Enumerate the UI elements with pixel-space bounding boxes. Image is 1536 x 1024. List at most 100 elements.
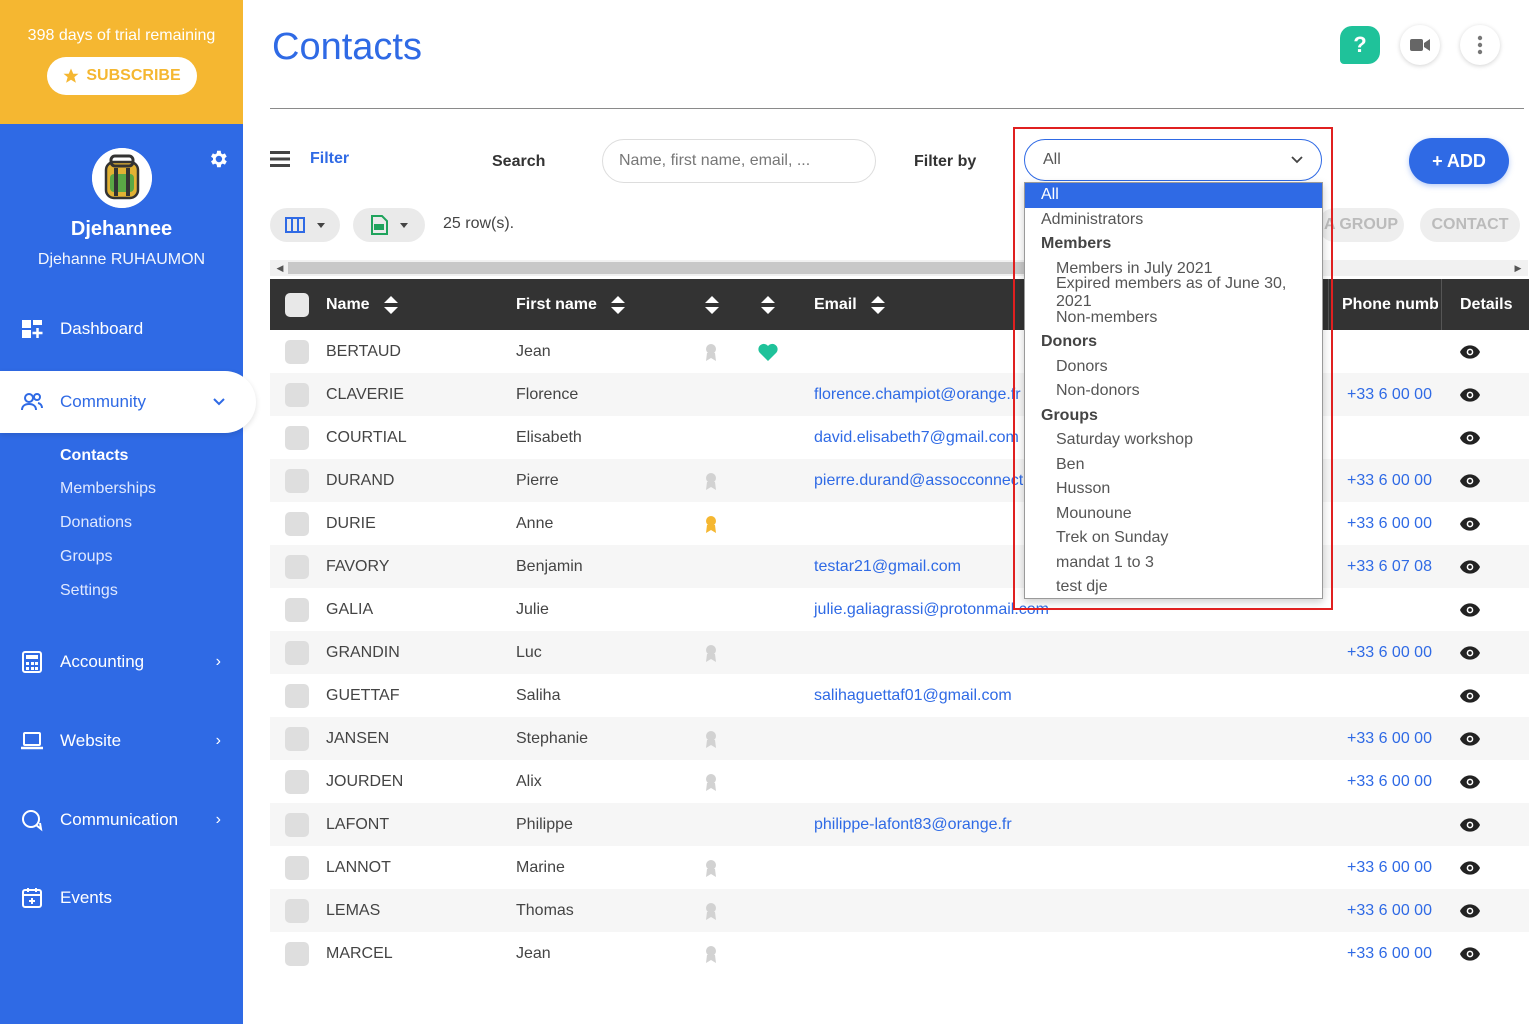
details-button[interactable] xyxy=(1460,502,1480,545)
scroll-right-arrow[interactable]: ▶ xyxy=(1510,260,1526,276)
dropdown-option[interactable]: Saturday workshop xyxy=(1025,428,1322,453)
dropdown-option[interactable]: Ben xyxy=(1025,453,1322,478)
cell-email[interactable]: philippe-lafont83@orange.fr xyxy=(814,803,1012,846)
details-button[interactable] xyxy=(1460,932,1480,975)
contact-button[interactable]: CONTACT xyxy=(1420,208,1520,242)
nav-dashboard[interactable]: Dashboard xyxy=(0,304,243,354)
col-first-name[interactable]: First name xyxy=(516,279,625,330)
row-checkbox[interactable] xyxy=(285,674,309,717)
horizontal-scrollbar[interactable]: ◀ ▶ xyxy=(270,260,1528,276)
col-membership-sort[interactable] xyxy=(705,279,719,330)
dropdown-option[interactable]: Expired members as of June 30, 2021 xyxy=(1025,275,1322,310)
help-button[interactable]: ? xyxy=(1340,26,1380,64)
row-checkbox[interactable] xyxy=(285,889,309,932)
subnav-settings[interactable]: Settings xyxy=(60,582,118,600)
video-button[interactable] xyxy=(1400,25,1440,65)
cell-email[interactable]: david.elisabeth7@gmail.com xyxy=(814,416,1019,459)
columns-button[interactable] xyxy=(270,208,340,242)
details-button[interactable] xyxy=(1460,373,1480,416)
details-button[interactable] xyxy=(1460,846,1480,889)
avatar[interactable] xyxy=(91,148,152,208)
dropdown-option[interactable]: All xyxy=(1025,183,1322,208)
row-checkbox[interactable] xyxy=(285,588,309,631)
nav-events[interactable]: Events xyxy=(0,873,243,923)
dropdown-option[interactable]: Trek on Sunday xyxy=(1025,526,1322,551)
row-checkbox[interactable] xyxy=(285,631,309,674)
row-checkbox[interactable] xyxy=(285,502,309,545)
cell-phone[interactable]: +33 6 07 08 xyxy=(1347,545,1437,588)
select-all-checkbox[interactable] xyxy=(285,279,309,330)
col-email[interactable]: Email xyxy=(814,279,885,330)
table-row[interactable]: GUETTAF Saliha salihaguettaf01@gmail.com xyxy=(270,674,1529,717)
dropdown-option[interactable]: Husson xyxy=(1025,477,1322,502)
dropdown-option[interactable]: Administrators xyxy=(1025,208,1322,233)
details-button[interactable] xyxy=(1460,459,1480,502)
row-checkbox[interactable] xyxy=(285,330,309,373)
cell-email[interactable]: pierre.durand@assocconnect.co xyxy=(814,459,1045,502)
dropdown-option[interactable]: mandat 1 to 3 xyxy=(1025,551,1322,576)
row-checkbox[interactable] xyxy=(285,459,309,502)
nav-communication[interactable]: Communication › xyxy=(0,795,243,845)
row-checkbox[interactable] xyxy=(285,373,309,416)
col-favorite-sort[interactable] xyxy=(761,279,775,330)
filter-toggle[interactable]: Filter xyxy=(270,150,349,168)
subnav-groups[interactable]: Groups xyxy=(60,548,112,566)
details-button[interactable] xyxy=(1460,631,1480,674)
details-button[interactable] xyxy=(1460,760,1480,803)
row-checkbox[interactable] xyxy=(285,760,309,803)
table-row[interactable]: JOURDEN Alix +33 6 00 00 xyxy=(270,760,1529,803)
details-button[interactable] xyxy=(1460,330,1480,373)
table-row[interactable]: GRANDIN Luc +33 6 00 00 xyxy=(270,631,1529,674)
nav-website[interactable]: Website › xyxy=(0,716,243,766)
export-excel-button[interactable] xyxy=(353,208,425,242)
dropdown-option[interactable]: Mounoune xyxy=(1025,502,1322,527)
dropdown-option[interactable]: Donors xyxy=(1025,355,1322,380)
table-row[interactable]: LANNOT Marine +33 6 00 00 xyxy=(270,846,1529,889)
cell-phone[interactable]: +33 6 00 00 xyxy=(1347,889,1437,932)
subnav-donations[interactable]: Donations xyxy=(60,514,132,532)
table-row[interactable]: GALIA Julie julie.galiagrassi@protonmail.c… xyxy=(270,588,1529,631)
cell-phone[interactable]: +33 6 00 00 xyxy=(1347,502,1437,545)
search-input[interactable] xyxy=(602,139,876,183)
row-checkbox[interactable] xyxy=(285,416,309,459)
details-button[interactable] xyxy=(1460,674,1480,717)
details-button[interactable] xyxy=(1460,889,1480,932)
nav-accounting[interactable]: Accounting › xyxy=(0,637,243,687)
cell-email[interactable]: julie.galiagrassi@protonmail.com xyxy=(814,588,1049,631)
row-checkbox[interactable] xyxy=(285,717,309,760)
subnav-contacts[interactable]: Contacts xyxy=(60,447,128,465)
table-row[interactable]: MARCEL Jean +33 6 00 00 xyxy=(270,932,1529,975)
cell-phone[interactable]: +33 6 00 00 xyxy=(1347,760,1437,803)
dropdown-option[interactable]: Non-donors xyxy=(1025,379,1322,404)
table-row[interactable]: COURTIAL Elisabeth david.elisabeth7@gmail.… xyxy=(270,416,1529,459)
details-button[interactable] xyxy=(1460,545,1480,588)
table-row[interactable]: DURAND Pierre pierre.durand@assocconnect.c… xyxy=(270,459,1529,502)
cell-phone[interactable]: +33 6 00 00 xyxy=(1347,717,1437,760)
cell-phone[interactable]: +33 6 00 00 xyxy=(1347,846,1437,889)
table-row[interactable]: DURIE Anne +33 6 00 00 xyxy=(270,502,1529,545)
row-checkbox[interactable] xyxy=(285,932,309,975)
filter-by-select[interactable]: All xyxy=(1024,139,1322,181)
details-button[interactable] xyxy=(1460,803,1480,846)
col-phone[interactable]: Phone numb xyxy=(1342,279,1438,330)
subscribe-button[interactable]: SUBSCRIBE xyxy=(46,57,197,95)
subnav-memberships[interactable]: Memberships xyxy=(60,480,156,498)
details-button[interactable] xyxy=(1460,416,1480,459)
cell-email[interactable]: testar21@gmail.com xyxy=(814,545,961,588)
cell-phone[interactable]: +33 6 00 00 xyxy=(1347,932,1437,975)
details-button[interactable] xyxy=(1460,717,1480,760)
cell-email[interactable]: florence.champiot@orange.fr xyxy=(814,373,1021,416)
add-to-group-button[interactable]: A GROUP xyxy=(1318,208,1404,242)
cell-phone[interactable]: +33 6 00 00 xyxy=(1347,459,1437,502)
filter-by-dropdown[interactable]: All Administrators Members Members in July … xyxy=(1024,182,1323,599)
gear-icon[interactable] xyxy=(207,148,229,170)
table-row[interactable]: BERTAUD Jean xyxy=(270,330,1529,373)
table-row[interactable]: JANSEN Stephanie +33 6 00 00 xyxy=(270,717,1529,760)
table-row[interactable]: FAVORY Benjamin testar21@gmail.com +33 6 07… xyxy=(270,545,1529,588)
cell-email[interactable]: salihaguettaf01@gmail.com xyxy=(814,674,1012,717)
table-row[interactable]: CLAVERIE Florence florence.champiot@orange… xyxy=(270,373,1529,416)
table-row[interactable]: LEMAS Thomas +33 6 00 00 xyxy=(270,889,1529,932)
more-options-button[interactable] xyxy=(1460,25,1500,65)
details-button[interactable] xyxy=(1460,588,1480,631)
heart-icon[interactable] xyxy=(758,330,778,373)
